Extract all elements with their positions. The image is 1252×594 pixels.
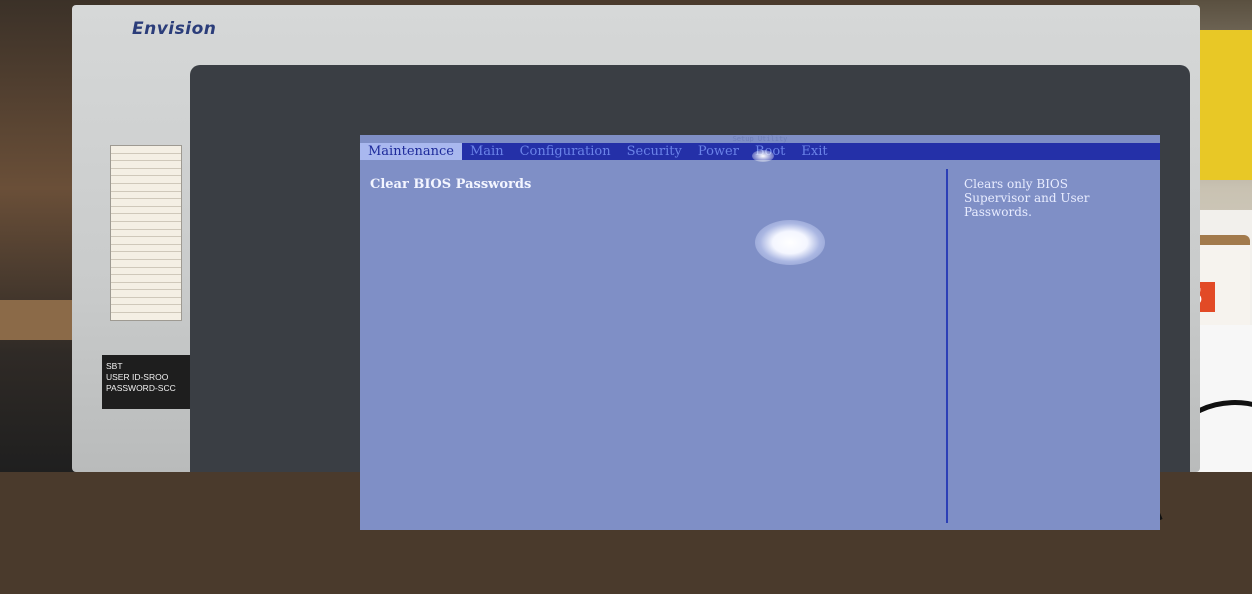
screen-glare <box>755 220 825 265</box>
monitor: Envision SBT USER ID-SROO PASSWORD-SCC S… <box>72 5 1200 530</box>
tab-maintenance[interactable]: Maintenance <box>360 143 462 160</box>
inner-bezel: Setup Utility Maintenance Main Configura… <box>190 65 1190 530</box>
bios-window-title: Setup Utility <box>732 135 788 143</box>
sticker-line: PASSWORD-SCC <box>106 383 176 393</box>
screen-glare-small <box>752 150 774 162</box>
bios-screen: Setup Utility Maintenance Main Configura… <box>360 135 1160 530</box>
tab-main[interactable]: Main <box>462 143 512 160</box>
clear-bios-passwords-item[interactable]: Clear BIOS Passwords <box>370 177 531 192</box>
login-sticker: SBT USER ID-SROO PASSWORD-SCC <box>102 355 197 409</box>
sticker-line: USER ID-SROO <box>106 372 169 382</box>
sticker-line: SBT <box>106 361 123 371</box>
help-text: Clears only BIOS Supervisor and User Pas… <box>964 177 1090 219</box>
tab-security[interactable]: Security <box>619 143 690 160</box>
tab-power[interactable]: Power <box>690 143 747 160</box>
brand-logo: Envision <box>132 19 217 39</box>
yellow-box <box>1200 30 1252 180</box>
help-divider <box>946 169 948 523</box>
tab-exit[interactable]: Exit <box>793 143 835 160</box>
tab-configuration[interactable]: Configuration <box>512 143 619 160</box>
extension-list-sticker <box>110 145 182 321</box>
